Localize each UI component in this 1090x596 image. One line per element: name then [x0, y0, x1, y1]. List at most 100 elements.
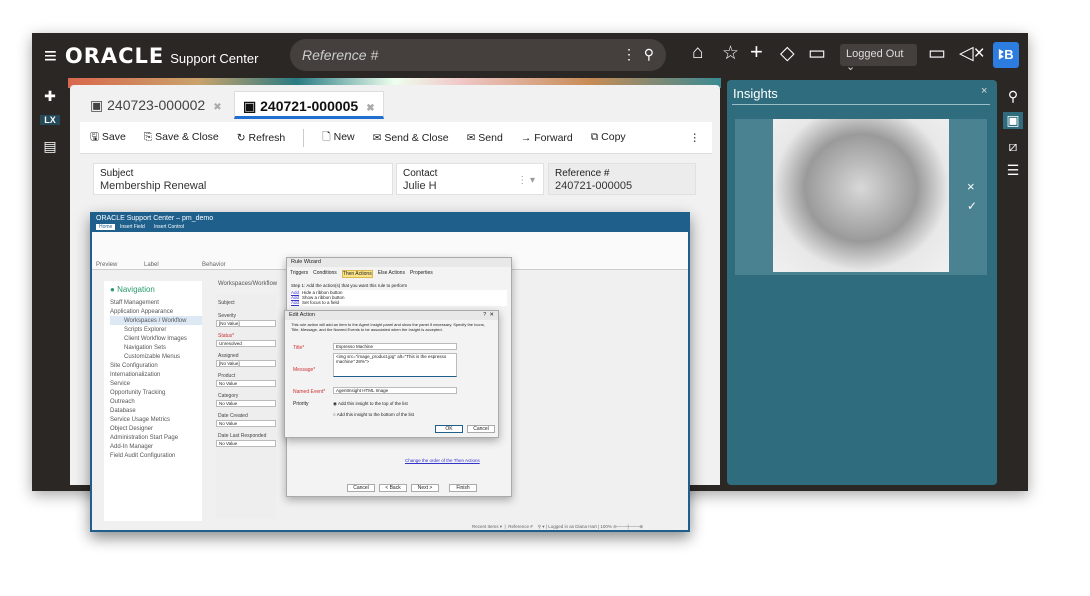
more-icon[interactable]: ⋮ [690, 132, 701, 144]
wizard-step[interactable]: Properties [410, 270, 433, 278]
send-close-button[interactable]: ✉ Send & Close [373, 132, 449, 144]
star-icon[interactable]: ☆ [722, 42, 739, 65]
chat-key-icon[interactable]: ▭ [808, 42, 826, 65]
form-label: Status* [218, 333, 235, 339]
nav-item[interactable]: Site Configuration [110, 361, 202, 370]
nav-item[interactable]: Administration Start Page [110, 433, 202, 442]
ok-button[interactable]: OK [435, 425, 463, 433]
wizard-step[interactable]: Triggers [290, 270, 308, 278]
nav-item[interactable]: Workspaces / Workflow [110, 316, 202, 325]
contact-field[interactable]: Contact Julie H ⋮ ▾ [396, 163, 544, 195]
form-input[interactable]: No Value [216, 440, 276, 447]
form-input[interactable]: No Value [216, 380, 276, 387]
search-icon[interactable]: ⋮ ⚲ [622, 46, 654, 63]
nav-item[interactable]: Internationalization [110, 370, 202, 379]
finish-button[interactable]: Finish [449, 484, 477, 492]
subject-field[interactable]: Subject Membership Renewal [93, 163, 393, 195]
video-off-icon[interactable]: ⧄ [1003, 138, 1023, 155]
search-input[interactable]: Reference # ⋮ ⚲ [290, 39, 666, 71]
nav-item[interactable]: Client Workflow Images [110, 334, 202, 343]
nav-item[interactable]: Application Appearance [110, 307, 202, 316]
priority-top-radio[interactable]: ◉ Add this insight to the top of the lis… [333, 401, 408, 407]
nav-item[interactable]: Navigation Sets [110, 343, 202, 352]
tab-240723-000002[interactable]: ▣ 240723-000002 ✖ [82, 91, 230, 119]
plus-icon[interactable]: + [750, 39, 763, 65]
new-button[interactable]: 🗋 New [322, 129, 354, 147]
divider [303, 128, 305, 147]
search-icon[interactable]: ⚲ [1003, 88, 1023, 105]
puzzle-icon[interactable]: ✚ [40, 88, 60, 105]
accept-icon[interactable]: ✓ [967, 199, 977, 213]
nav-item[interactable]: Outreach [110, 397, 202, 406]
reorder-link[interactable]: Change the order of the Then Actions [405, 458, 480, 463]
send-button[interactable]: ✉ Send [467, 132, 503, 144]
form-input[interactable]: [No Value] [216, 320, 276, 327]
nav-item[interactable]: Customizable Menus [110, 352, 202, 361]
event-input[interactable]: AgentInsight HTML Image [333, 387, 457, 394]
recent-items[interactable]: Recent Items [472, 524, 499, 529]
nav-item[interactable]: Service [110, 379, 202, 388]
cancel-button[interactable]: Cancel [467, 425, 495, 433]
close-icon[interactable]: ✖ [366, 103, 374, 114]
mute-icon[interactable]: ◁× [959, 42, 985, 65]
ribbon-tab[interactable]: Insert Field [120, 224, 145, 230]
save-button[interactable]: 🖫 Save [90, 129, 126, 147]
wizard-step[interactable]: Else Actions [378, 270, 405, 278]
label: Refresh [248, 131, 286, 144]
cancel-button[interactable]: Cancel [347, 484, 375, 492]
form-input[interactable]: [No Value] [216, 360, 276, 367]
message-input[interactable]: <img src="image_product.jpg" alt="This i… [333, 353, 457, 377]
nav-item[interactable]: Scripts Explorer [110, 325, 202, 334]
wizard-step[interactable]: Conditions [313, 270, 337, 278]
reference-search[interactable]: Reference # [508, 524, 533, 529]
home-icon[interactable]: ⌂ [692, 42, 703, 64]
title-input[interactable]: Espresso Machine [333, 343, 457, 350]
status-dropdown[interactable]: Logged Out ⌄ [840, 44, 917, 73]
next-button[interactable]: Next > [411, 484, 439, 492]
nav-item[interactable]: Staff Management [110, 298, 202, 307]
form-input[interactable]: No Value [216, 400, 276, 407]
lx-icon[interactable]: LX [40, 115, 60, 125]
notification-icon[interactable]: ◇ [780, 42, 795, 65]
status-bar: Recent Items ▾ | Reference # ⚲ ▾ | Logge… [92, 522, 688, 530]
form-label: Subject [218, 300, 235, 306]
refresh-button[interactable]: ↻ Refresh [237, 132, 285, 144]
chat-icon[interactable]: ▭ [928, 42, 946, 65]
nav-item[interactable]: Database [110, 406, 202, 415]
message-icon[interactable]: ▤ [40, 138, 60, 155]
ribbon-tab[interactable]: Insert Control [154, 224, 184, 230]
copy-button[interactable]: ⧉ Copy [591, 131, 626, 144]
nav-item[interactable]: Field Audit Configuration [110, 451, 202, 460]
save-close-button[interactable]: ⎘ Save & Close [144, 131, 219, 144]
action-item: Add Set focus to a field [291, 300, 507, 305]
hamburger-menu-icon[interactable]: ≡ [44, 43, 57, 69]
actions-list: Add Hide a ribbon button Add Show a ribbon … [291, 290, 507, 306]
close-icon[interactable]: × [981, 85, 987, 97]
form-input[interactable]: Unresolved [216, 340, 276, 347]
nav-item[interactable]: Service Usage Metrics [110, 415, 202, 424]
divider [732, 104, 990, 105]
chevron-down-icon[interactable]: ⋮ ▾ [517, 174, 535, 187]
nav-item[interactable]: Opportunity Tracking [110, 388, 202, 397]
ribbon-tab[interactable]: Home [96, 224, 116, 230]
nav-item[interactable]: Add-In Manager [110, 442, 202, 451]
nav-item[interactable]: Object Designer [110, 424, 202, 433]
wizard-step[interactable]: Then Actions [341, 270, 373, 278]
forward-button[interactable]: → Forward [521, 132, 573, 144]
back-button[interactable]: < Back [379, 484, 407, 492]
form-label: Date Last Responded [218, 433, 267, 439]
embedded-screenshot: ORACLE Support Center – pm_demo Home Ins… [90, 212, 690, 532]
priority-bottom-radio[interactable]: ○ Add this insight to the bottom of the … [333, 412, 414, 417]
form-input[interactable]: No Value [216, 420, 276, 427]
avatar[interactable]: ꔪB [993, 42, 1019, 68]
close-icon[interactable]: ✖ [213, 102, 221, 113]
close-icon[interactable]: ? ✕ [483, 312, 494, 318]
ribbon-tabs: Home Insert Field Insert Control [92, 224, 688, 232]
agent-insight-icon[interactable]: ▣ [1003, 112, 1023, 129]
add-link[interactable]: Add [291, 300, 299, 305]
form-label: Assigned [218, 353, 239, 359]
tab-240721-000005[interactable]: ▣ 240721-000005 ✖ [234, 91, 384, 119]
zoom-level: 100% [600, 524, 612, 529]
dismiss-icon[interactable]: × [967, 179, 975, 194]
list-icon[interactable]: ☰ [1003, 162, 1023, 179]
